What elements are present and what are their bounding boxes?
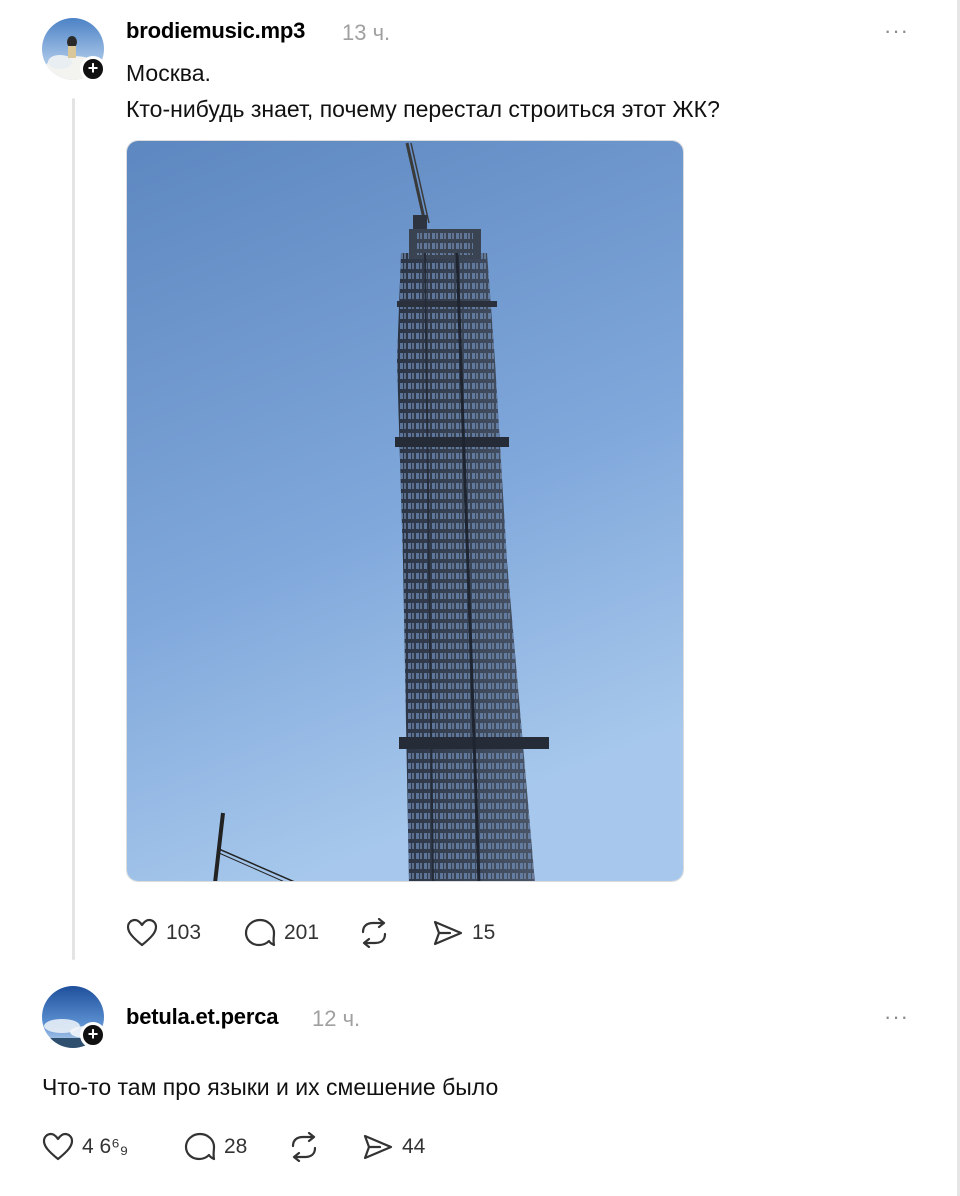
repost-button[interactable] — [288, 1132, 320, 1162]
more-options-icon[interactable]: ··· — [884, 18, 909, 44]
username[interactable]: betula.et.perca — [126, 1004, 278, 1030]
heart-icon — [126, 918, 158, 947]
share-count: 15 — [472, 921, 496, 944]
thread-line — [72, 98, 75, 960]
repost-icon — [361, 918, 387, 948]
username[interactable]: brodiemusic.mp3 — [126, 18, 305, 44]
comment-icon — [244, 918, 276, 947]
comment-button[interactable]: 28 — [184, 1132, 247, 1162]
follow-plus-icon[interactable]: + — [80, 1022, 106, 1048]
comment-count: 201 — [284, 921, 320, 944]
like-count: 4 6⁶₉ — [82, 1135, 129, 1158]
heart-icon — [42, 1132, 74, 1161]
post-text-line-2: Кто-нибудь знает, почему перестал строит… — [126, 96, 720, 122]
share-count: 44 — [402, 1135, 426, 1158]
repost-button[interactable] — [358, 918, 390, 948]
comment-button[interactable]: 201 — [244, 918, 319, 948]
share-icon — [433, 920, 463, 946]
reply-text: Что-то там про языки и их смешение было — [42, 1074, 499, 1100]
post-image[interactable] — [126, 140, 684, 882]
share-icon — [363, 1134, 393, 1160]
like-button[interactable]: 103 — [126, 918, 201, 948]
more-options-icon[interactable]: ··· — [884, 1004, 909, 1030]
share-button[interactable]: 15 — [432, 918, 495, 948]
repost-icon — [291, 1132, 317, 1162]
comment-count: 28 — [224, 1135, 248, 1158]
post-text-line-1: Москва. — [126, 60, 211, 86]
comment-icon — [184, 1132, 216, 1161]
reply-time: 12 ч. — [312, 1006, 361, 1031]
post-time: 13 ч. — [342, 20, 391, 45]
follow-plus-icon[interactable]: + — [80, 56, 106, 82]
like-button[interactable]: 4 6⁶₉ — [42, 1132, 128, 1162]
skyscraper-photo — [127, 141, 683, 881]
like-count: 103 — [166, 921, 202, 944]
share-button[interactable]: 44 — [362, 1132, 425, 1162]
